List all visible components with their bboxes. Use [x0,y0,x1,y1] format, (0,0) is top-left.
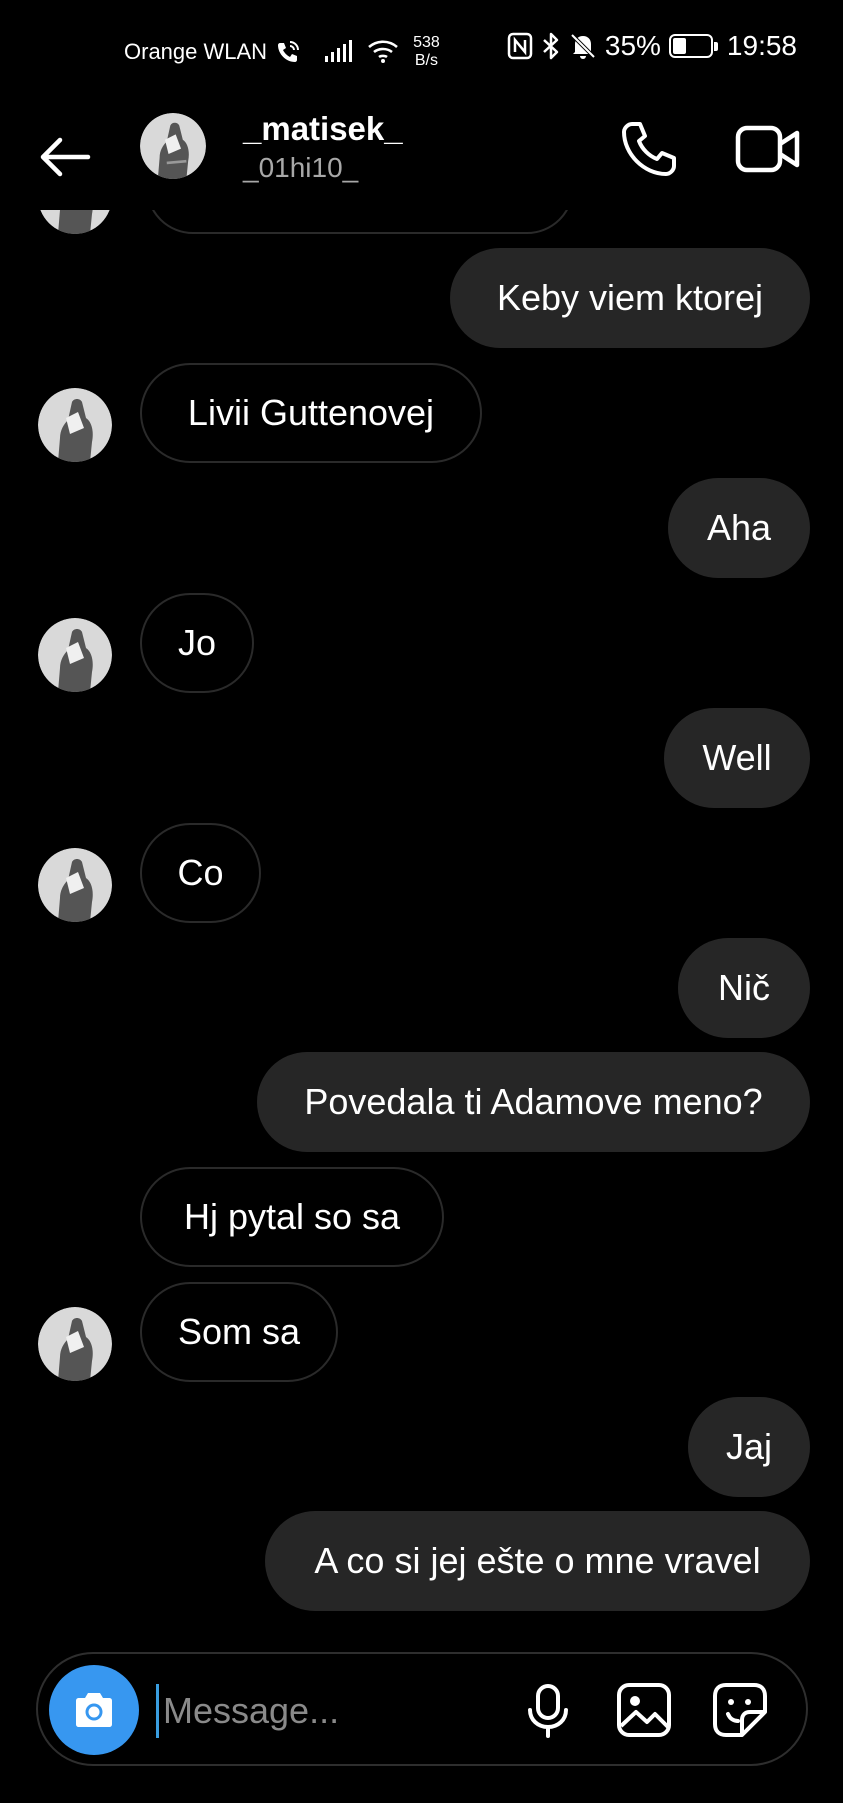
camera-button[interactable] [49,1665,139,1755]
nfc-icon [507,32,533,60]
status-bar: Orange WLAN 538 B/s 35% 19:58 [0,0,843,100]
wifi-icon [368,40,398,63]
signal-icon [325,40,353,62]
chat-header: _matisek_ _01hi10_ [0,100,843,210]
contact-name[interactable]: _matisek_ [243,110,403,148]
status-right: 35% 19:58 [507,30,797,62]
camera-icon [76,1693,112,1727]
network-speed-unit: B/s [414,52,438,69]
battery-icon [668,34,718,58]
sender-avatar[interactable] [38,618,112,692]
battery-fill [672,38,686,54]
phone-icon[interactable] [618,118,680,180]
battery-percent: 35% [604,30,661,61]
gallery-icon[interactable] [614,1680,674,1740]
message-bubble-outgoing[interactable]: Jaj [688,1397,810,1497]
message-composer [36,1652,808,1766]
message-bubble-incoming[interactable]: Hj pytal so sa [140,1167,444,1267]
message-bubble-outgoing[interactable]: Well [664,708,810,808]
avatar-image [40,210,110,234]
message-bubble-partial[interactable] [146,210,574,234]
clock: 19:58 [726,30,797,61]
network-speed: 538 B/s [413,34,440,70]
status-left: Orange WLAN 538 B/s [124,34,440,70]
bluetooth-icon [543,32,559,60]
avatar-image [38,388,112,462]
message-bubble-outgoing[interactable]: Aha [668,478,810,578]
sender-avatar[interactable] [38,848,112,922]
message-bubble-incoming[interactable]: Som sa [140,1282,338,1382]
avatar-image [38,1307,112,1381]
message-bubble-outgoing[interactable]: A co si jej ešte o mne vravel [265,1511,810,1611]
message-bubble-outgoing[interactable]: Keby viem ktorej [450,248,810,348]
sticker-icon[interactable] [710,1680,770,1740]
back-arrow-icon[interactable] [36,128,94,186]
message-bubble-incoming[interactable]: Co [140,823,261,923]
message-bubble-outgoing[interactable]: Povedala ti Adamove meno? [257,1052,810,1152]
message-input[interactable] [156,1684,516,1738]
carrier-label: Orange WLAN [124,39,268,64]
microphone-icon[interactable] [518,1680,578,1740]
sender-avatar[interactable] [38,1307,112,1381]
network-speed-value: 538 [413,34,440,51]
avatar-image [38,848,112,922]
contact-username[interactable]: _01hi10_ [243,152,358,184]
message-list[interactable]: Keby viem ktorej Livii Guttenovej Aha Jo… [0,210,843,1640]
message-bubble-incoming[interactable]: Jo [140,593,254,693]
avatar-image [140,113,206,179]
sender-avatar[interactable] [38,388,112,462]
sender-avatar-partial[interactable] [38,210,112,234]
avatar-image [38,618,112,692]
mute-icon [570,33,596,59]
wifi-call-icon [278,41,300,62]
video-icon[interactable] [734,118,802,180]
message-bubble-incoming[interactable]: Livii Guttenovej [140,363,482,463]
avatar[interactable] [140,113,206,179]
message-bubble-outgoing[interactable]: Nič [678,938,810,1038]
